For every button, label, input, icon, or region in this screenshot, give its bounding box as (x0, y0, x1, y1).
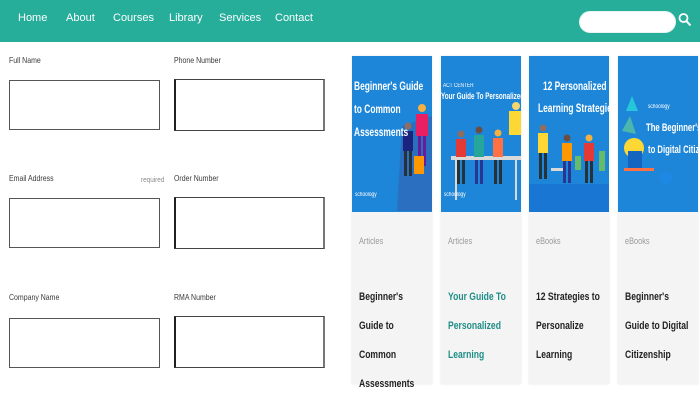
nav-services[interactable]: Services (219, 12, 261, 24)
rma-number-field[interactable] (174, 316, 325, 368)
phone-number-field[interactable] (174, 79, 325, 131)
card-image-title-line: The Beginner's Guide (646, 122, 698, 134)
card-category: Articles (359, 236, 384, 246)
required-indicator: required (141, 175, 165, 184)
card-category: eBooks (625, 236, 650, 246)
resource-card[interactable]: Beginner's Guide to Common Assessments s… (352, 56, 432, 390)
card-image-title-line: Assessments (354, 125, 409, 139)
card-image: schoology The Beginner's Guide to Digita… (618, 56, 698, 212)
search-input[interactable] (579, 11, 676, 33)
search-icon[interactable] (678, 12, 694, 30)
nav-contact[interactable]: Contact (275, 12, 313, 24)
resource-card[interactable]: 12 Personalized Learning Strategies eBoo… (529, 56, 609, 384)
card-category: Articles (448, 236, 473, 246)
card-image-brand: schoology (444, 192, 466, 198)
card-image-title-line: Learning Strategies (538, 101, 609, 115)
card-title-link[interactable]: Beginner's Guide to Digital Citizenship (625, 283, 695, 370)
nav-courses[interactable]: Courses (113, 12, 154, 24)
top-nav-bar: Home About Courses Library Services Cont… (0, 0, 700, 42)
resource-card[interactable]: ACT CENTER Your Guide To Personalized Le… (441, 56, 521, 384)
full-name-field[interactable] (9, 80, 160, 130)
card-image-brand: schoology (648, 104, 670, 110)
phone-number-label: Phone Number (174, 55, 221, 65)
card-image-brand: schoology (355, 192, 377, 198)
email-address-label: Email Address (9, 173, 54, 183)
rma-number-label: RMA Number (174, 292, 216, 302)
email-address-field[interactable] (9, 198, 160, 248)
card-title-link[interactable]: 12 Strategies to Personalize Learning (536, 283, 606, 370)
full-name-label: Full Name (9, 55, 41, 65)
card-image: Beginner's Guide to Common Assessments s… (352, 56, 432, 212)
card-title-link[interactable]: Your Guide To Personalized Learning (448, 283, 518, 370)
people-illustration (451, 102, 521, 200)
company-name-label: Company Name (9, 292, 60, 302)
card-category: eBooks (536, 236, 561, 246)
card-image-title-line: to Digital Citizenship (648, 144, 698, 156)
resource-card[interactable]: schoology The Beginner's Guide to Digita… (618, 56, 698, 384)
card-image: ACT CENTER Your Guide To Personalized Le… (441, 56, 521, 212)
card-image-title-line: to Common (354, 102, 401, 116)
order-number-field[interactable] (174, 197, 325, 249)
company-name-field[interactable] (9, 318, 160, 368)
nav-library[interactable]: Library (169, 12, 203, 24)
card-image-title-line: Your Guide To Personalized Learning (441, 91, 521, 101)
nav-home[interactable]: Home (18, 12, 47, 24)
card-title-link[interactable]: Beginner's Guide to Common Assessments (359, 283, 429, 399)
card-image-title-line: Beginner's Guide (354, 79, 424, 93)
nav-about[interactable]: About (66, 12, 95, 24)
card-image: 12 Personalized Learning Strategies (529, 56, 609, 212)
card-image-title-line: 12 Personalized (543, 79, 607, 93)
order-number-label: Order Number (174, 173, 219, 183)
